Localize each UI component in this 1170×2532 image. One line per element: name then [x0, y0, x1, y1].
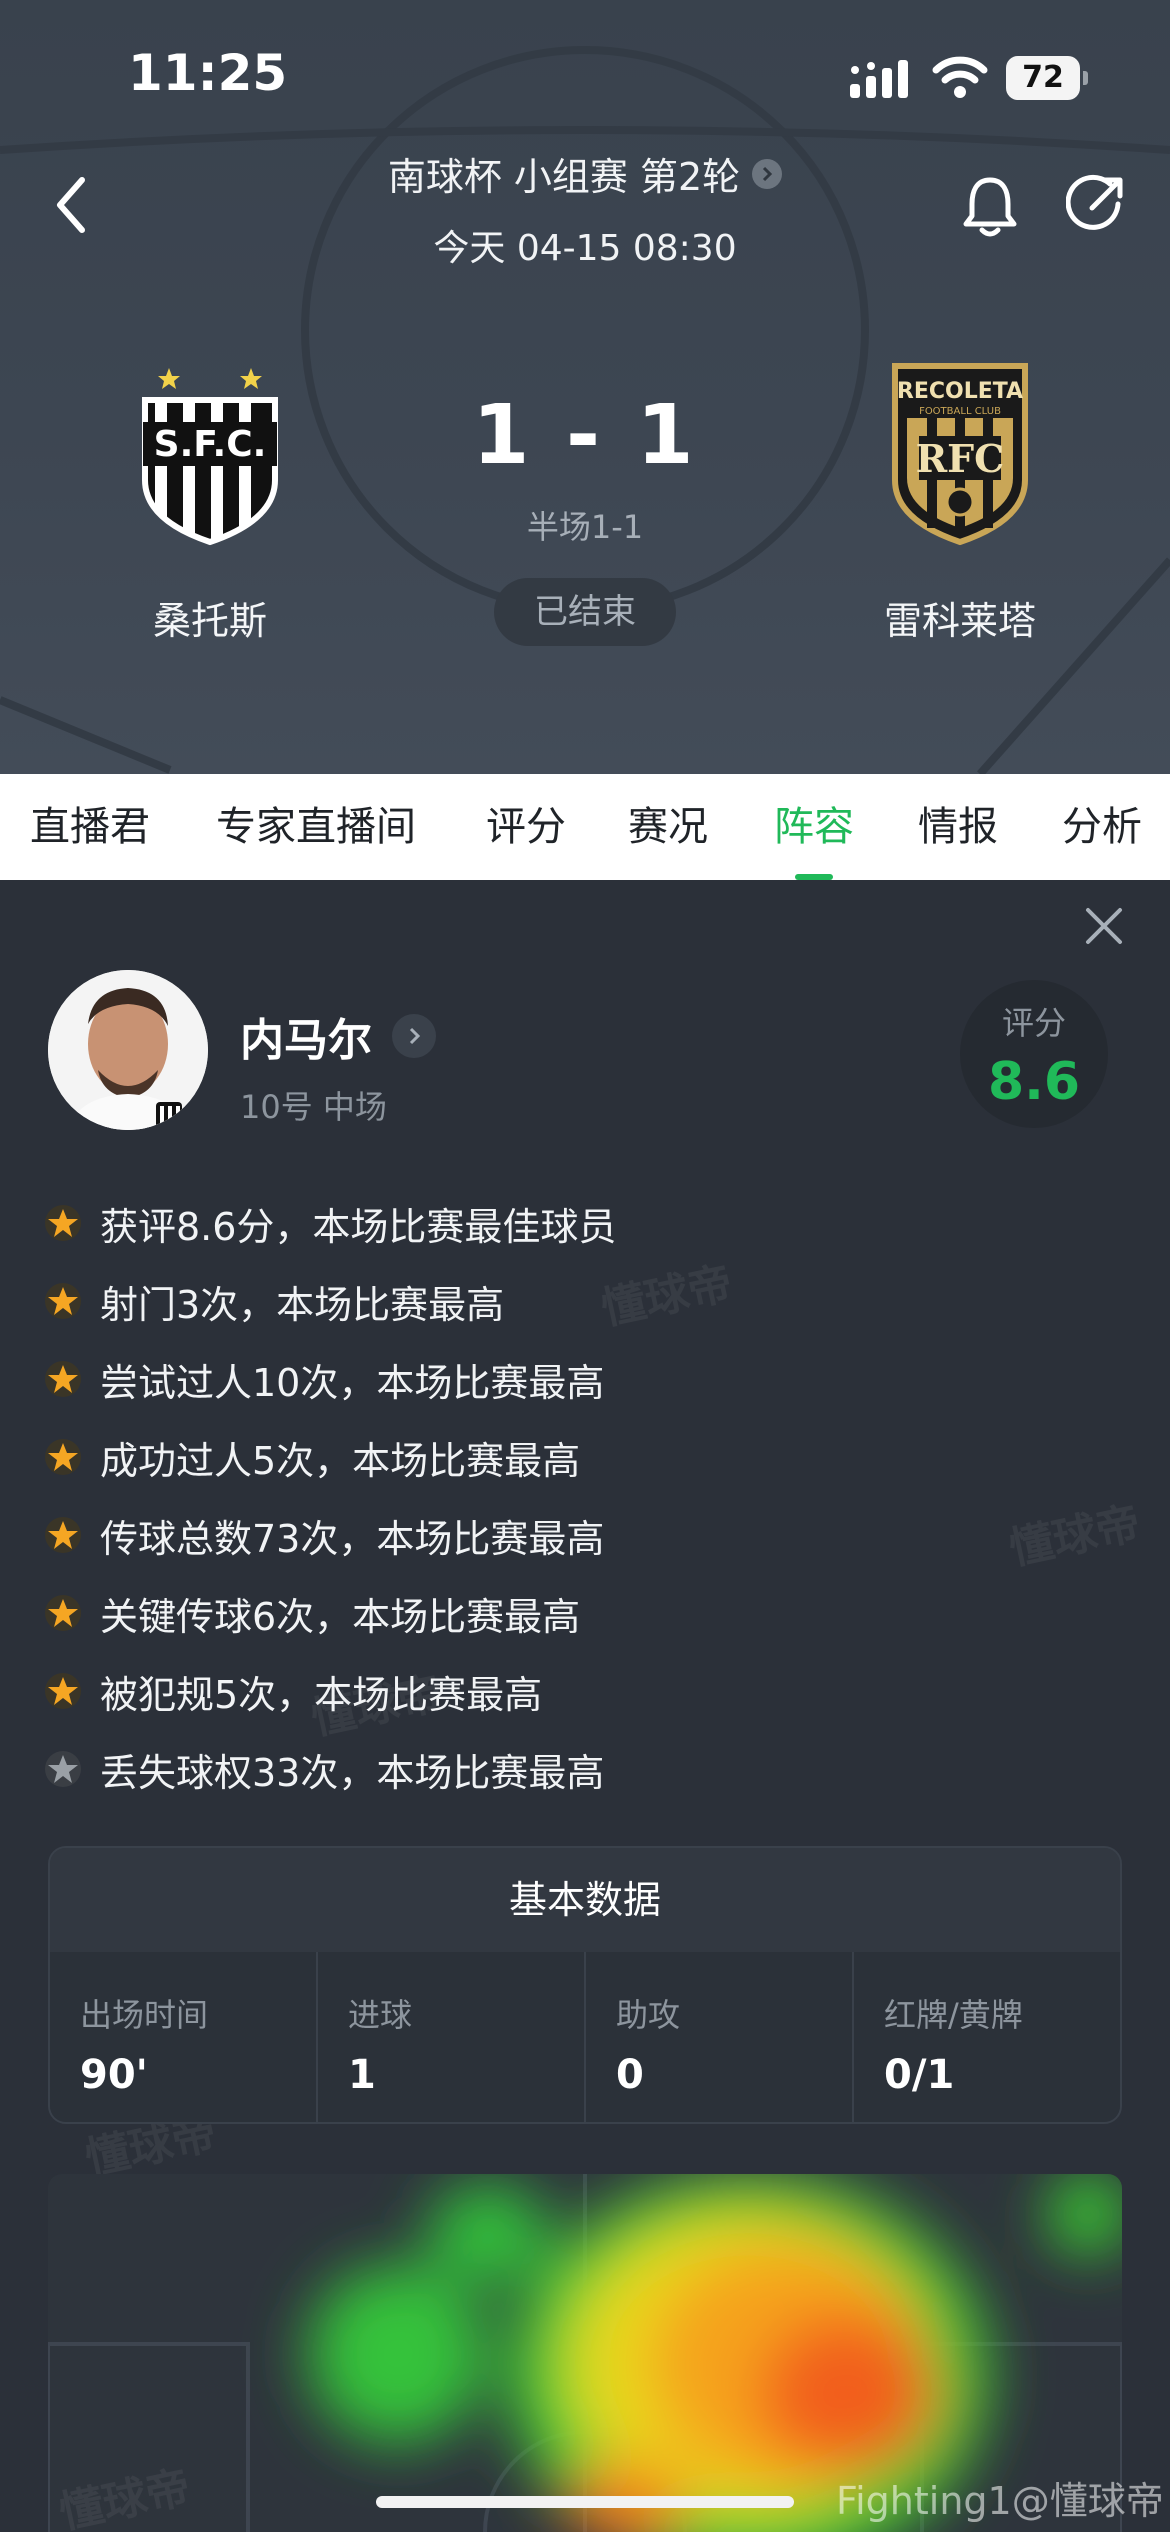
- chevron-right-icon: [392, 1014, 436, 1058]
- share-icon[interactable]: [1066, 174, 1126, 234]
- rating-label: 评分: [1001, 1004, 1066, 1042]
- stat-value: 0: [616, 2052, 644, 2098]
- highlight-text: 成功过人5次，本场比赛最高: [100, 1438, 581, 1483]
- highlight-text: 丢失球权33次，本场比赛最高: [100, 1750, 605, 1795]
- tab-ratings[interactable]: 评分: [486, 774, 566, 880]
- tab-analysis[interactable]: 分析: [1062, 774, 1142, 880]
- gold-star-icon: [45, 1595, 81, 1631]
- basic-stats-title: 基本数据: [50, 1848, 1120, 1952]
- highlight-text: 射门3次，本场比赛最高: [100, 1282, 505, 1327]
- player-avatar[interactable]: [48, 970, 208, 1130]
- player-name-link[interactable]: 内马尔: [240, 1004, 436, 1068]
- highlight-item: 被犯规5次，本场比赛最高: [44, 1652, 1124, 1730]
- player-rating: 评分 8.6: [960, 980, 1108, 1128]
- santos-crest-logo: S.F.C.: [142, 368, 278, 546]
- stat-value: 0/1: [884, 2052, 955, 2098]
- kickoff-time: 今天 04-15 08:30: [433, 228, 737, 269]
- half-time-score: 半场1-1: [526, 508, 644, 546]
- highlight-item: 丢失球权33次，本场比赛最高: [44, 1730, 1124, 1808]
- away-crest-text: RFC: [916, 436, 1005, 481]
- home-crest-text: S.F.C.: [154, 424, 267, 465]
- close-icon[interactable]: [1080, 902, 1128, 950]
- tab-match-events[interactable]: 赛况: [628, 774, 708, 880]
- gold-star-icon: [45, 1205, 81, 1241]
- highlight-item: 成功过人5次，本场比赛最高: [44, 1418, 1124, 1496]
- gold-star-icon: [45, 1283, 81, 1319]
- tab-expert-room[interactable]: 专家直播间: [216, 774, 416, 880]
- credit-text: Fighting1@懂球帝: [836, 2479, 1164, 2523]
- battery-icon: 72: [1006, 56, 1088, 100]
- stat-cards: 红牌/黄牌 0/1: [854, 1952, 1120, 2122]
- match-header: 11:25 72 南球杯 小组赛 第2轮 今天 04-15 08:30 S.F.…: [0, 0, 1170, 774]
- player-photo: [48, 970, 208, 1130]
- highlight-text: 被犯规5次，本场比赛最高: [100, 1672, 543, 1717]
- recoleta-crest-logo: RECOLETA FOOTBALL CLUB RFC: [892, 363, 1028, 546]
- stat-label: 进球: [348, 1996, 413, 2034]
- gold-star-icon: [45, 1673, 81, 1709]
- stat-minutes-played: 出场时间 90': [50, 1952, 318, 2122]
- bell-icon[interactable]: [962, 174, 1018, 238]
- match-score: 1 - 1: [472, 388, 698, 483]
- home-indicator[interactable]: [376, 2496, 794, 2508]
- highlight-item: 获评8.6分，本场比赛最佳球员: [44, 1184, 1124, 1262]
- stat-label: 红牌/黄牌: [884, 1996, 1023, 2034]
- competition-name: 南球杯 小组赛 第2轮: [387, 155, 741, 199]
- highlight-item: 射门3次，本场比赛最高: [44, 1262, 1124, 1340]
- highlight-text: 传球总数73次，本场比赛最高: [100, 1516, 605, 1561]
- basic-stats-row: 出场时间 90' 进球 1 助攻 0 红牌/黄牌 0/1: [50, 1952, 1120, 2122]
- back-arrow-icon[interactable]: [44, 170, 104, 240]
- away-crest-sub: FOOTBALL CLUB: [919, 406, 1001, 417]
- tab-lineup[interactable]: 阵容: [774, 774, 854, 880]
- cellular-signal-icon: [850, 60, 908, 98]
- tab-live-host[interactable]: 直播君: [30, 774, 150, 880]
- highlight-text: 关键传球6次，本场比赛最高: [100, 1594, 581, 1639]
- competition-link[interactable]: 南球杯 小组赛 第2轮: [387, 146, 783, 201]
- highlight-item: 传球总数73次，本场比赛最高: [44, 1496, 1124, 1574]
- wifi-icon: [932, 56, 988, 98]
- stat-assists: 助攻 0: [586, 1952, 854, 2122]
- status-time: 11:25: [128, 44, 288, 102]
- highlight-text: 尝试过人10次，本场比赛最高: [100, 1360, 605, 1405]
- stat-value: 1: [348, 2052, 376, 2098]
- highlight-text: 获评8.6分，本场比赛最佳球员: [100, 1204, 617, 1249]
- tab-bar: 直播君 专家直播间 评分 赛况 阵容 情报 分析: [0, 774, 1170, 880]
- tab-intel[interactable]: 情报: [918, 774, 998, 880]
- rating-value: 8.6: [987, 1052, 1081, 1112]
- status-bar: 11:25 72: [0, 0, 1170, 150]
- silver-star-icon: [45, 1751, 81, 1787]
- home-team-name: 桑托斯: [152, 599, 267, 643]
- player-highlights-list: 获评8.6分，本场比赛最佳球员 射门3次，本场比赛最高 尝试过人10次，本场比赛…: [44, 1184, 1124, 1808]
- away-team[interactable]: RECOLETA FOOTBALL CLUB RFC 雷科莱塔: [830, 360, 1090, 645]
- player-number-position: 10号 中场: [240, 1088, 387, 1126]
- gold-star-icon: [45, 1361, 81, 1397]
- away-team-name: 雷科莱塔: [883, 599, 1036, 643]
- chevron-right-icon: [752, 158, 783, 189]
- match-title: 南球杯 小组赛 第2轮 今天 04-15 08:30: [300, 146, 870, 271]
- battery-level: 72: [1022, 60, 1064, 95]
- gold-star-icon: [45, 1439, 81, 1475]
- highlight-item: 关键传球6次，本场比赛最高: [44, 1574, 1124, 1652]
- stat-label: 出场时间: [80, 1996, 209, 2034]
- match-status-badge: 已结束: [494, 578, 676, 646]
- highlight-item: 尝试过人10次，本场比赛最高: [44, 1340, 1124, 1418]
- home-team[interactable]: S.F.C. 桑托斯: [80, 360, 340, 645]
- stat-label: 助攻: [616, 1996, 681, 2034]
- player-name: 内马尔: [240, 1015, 372, 1066]
- basic-stats-card: 基本数据 出场时间 90' 进球 1 助攻 0 红牌/黄牌 0/1: [48, 1846, 1122, 2124]
- away-crest-top: RECOLETA: [897, 379, 1023, 404]
- gold-star-icon: [45, 1517, 81, 1553]
- stat-value: 90': [80, 2052, 148, 2098]
- stat-goals: 进球 1: [318, 1952, 586, 2122]
